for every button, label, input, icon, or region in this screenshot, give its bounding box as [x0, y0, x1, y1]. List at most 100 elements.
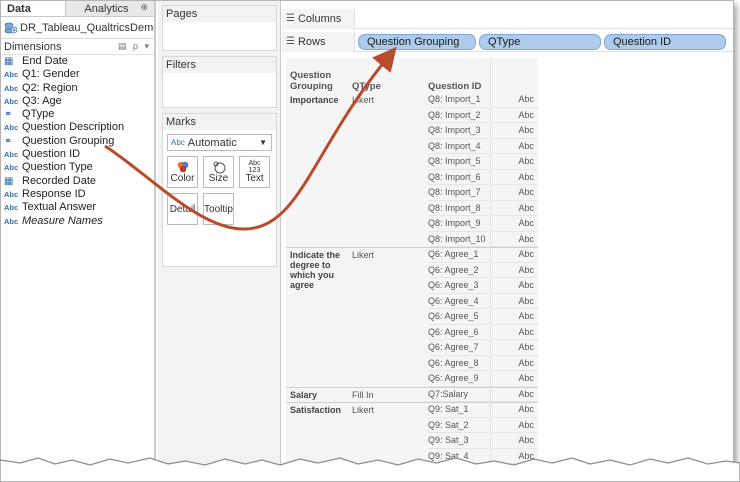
abc-cell[interactable]: Abc — [490, 139, 538, 154]
field-label: Recorded Date — [22, 174, 96, 187]
question-id-cell[interactable]: Q6: Agree_1 — [428, 247, 488, 263]
pages-card[interactable]: Pages — [162, 5, 277, 51]
group-cell[interactable]: Satisfaction — [286, 405, 348, 415]
string-field-icon: Abc — [4, 203, 19, 213]
text-button[interactable]: Abc 123 Text — [239, 156, 270, 188]
field-question-id[interactable]: Abc Question ID — [1, 148, 154, 161]
rows-shelf-label: ☰ Rows — [282, 31, 355, 52]
filters-title: Filters — [163, 57, 276, 73]
field-q2-region[interactable]: Abc Q2: Region — [1, 82, 154, 95]
question-id-cell[interactable]: Q8: Import_3 — [428, 123, 488, 139]
field-recorded-date[interactable]: ▦ Recorded Date — [1, 175, 154, 188]
group-cell[interactable]: Salary — [286, 390, 348, 400]
mark-type-dropdown[interactable]: Abc Automatic ▼ — [167, 134, 272, 151]
datasource-item[interactable]: DR_Tableau_QualtricsDemo (2... — [1, 17, 154, 39]
abc-cell[interactable]: Abc — [490, 340, 538, 356]
abc-cell[interactable]: Abc — [490, 185, 538, 201]
field-response-id[interactable]: Abc Response ID — [1, 188, 154, 201]
abc-cell[interactable]: Abc — [490, 216, 538, 232]
abc-cell[interactable]: Abc — [490, 278, 538, 294]
size-button[interactable]: Size — [203, 156, 234, 188]
abc-cell[interactable]: Abc — [490, 108, 538, 123]
field-q3-age[interactable]: Abc Q3: Age — [1, 95, 154, 108]
question-id-cell[interactable]: Q8: Import_8 — [428, 201, 488, 216]
abc-cell[interactable]: Abc — [490, 123, 538, 139]
abc-cell[interactable]: Abc — [490, 309, 538, 325]
columns-shelf[interactable]: ☰ Columns — [282, 8, 733, 29]
abc-cell[interactable]: Abc — [490, 325, 538, 340]
abc-cell[interactable]: Abc — [490, 371, 538, 387]
qtype-cell[interactable]: Fill In — [352, 390, 426, 400]
columns-label-text: Columns — [297, 12, 342, 25]
color-button[interactable]: Color — [167, 156, 198, 188]
question-id-cell[interactable]: Q8: Import_10 — [428, 232, 488, 247]
qtype-cell[interactable]: Likert — [352, 95, 426, 105]
question-id-cell[interactable]: Q6: Agree_7 — [428, 340, 488, 356]
abc-cell[interactable]: Abc — [490, 232, 538, 247]
tooltip-button[interactable]: Tooltip — [203, 193, 234, 225]
question-id-cell[interactable]: Q6: Agree_2 — [428, 263, 488, 278]
field-label: Q3: Age — [22, 94, 62, 107]
group-cell[interactable]: Importance — [286, 95, 348, 105]
qtype-cell[interactable]: Likert — [352, 405, 426, 415]
question-id-cell[interactable]: Q6: Agree_5 — [428, 309, 488, 325]
rows-icon: ☰ — [286, 36, 295, 47]
question-id-cell[interactable]: Q8: Import_1 — [428, 92, 488, 108]
header-question-id[interactable]: Question ID — [428, 81, 481, 92]
field-question-grouping[interactable]: ⚭ Question Grouping — [1, 135, 154, 148]
question-id-cell[interactable]: Q7:Salary — [428, 387, 488, 402]
rows-shelf[interactable]: ☰ Rows Question Grouping QType Question … — [282, 31, 733, 52]
detail-button[interactable]: Detail — [167, 193, 198, 225]
question-id-cell[interactable]: Q6: Agree_3 — [428, 278, 488, 294]
field-q1-gender[interactable]: Abc Q1: Gender — [1, 68, 154, 81]
pane-menu-icon[interactable]: ⊕ — [134, 1, 154, 16]
abc-cell[interactable]: Abc — [490, 418, 538, 433]
datasource-icon — [4, 22, 18, 34]
question-id-cell[interactable]: Q6: Agree_6 — [428, 325, 488, 340]
abc-cell[interactable]: Abc — [490, 294, 538, 309]
abc-cell[interactable]: Abc — [490, 92, 538, 108]
question-id-cell[interactable]: Q6: Agree_4 — [428, 294, 488, 309]
field-qtype[interactable]: ⚭ QType — [1, 108, 154, 121]
question-id-cell[interactable]: Q6: Agree_8 — [428, 356, 488, 371]
tab-analytics[interactable]: Analytics — [66, 1, 134, 16]
abc-cell[interactable]: Abc — [490, 247, 538, 263]
marks-title: Marks — [163, 114, 276, 130]
filters-card[interactable]: Filters — [162, 56, 277, 108]
question-id-cell[interactable]: Q8: Import_7 — [428, 185, 488, 201]
field-textual-answer[interactable]: Abc Textual Answer — [1, 201, 154, 214]
field-end-date[interactable]: ▦ End Date — [1, 55, 154, 68]
text-label: Text — [245, 173, 264, 184]
abc-cell[interactable]: Abc — [490, 387, 538, 402]
qtype-cell[interactable]: Likert — [352, 250, 426, 260]
question-id-cell[interactable]: Q6: Agree_9 — [428, 371, 488, 387]
abc-cell[interactable]: Abc — [490, 201, 538, 216]
rows-pill-qtype[interactable]: QType — [479, 34, 601, 50]
abc-cell[interactable]: Abc — [490, 170, 538, 185]
question-id-cell[interactable]: Q8: Import_9 — [428, 216, 488, 232]
question-id-cell[interactable]: Q9: Sat_2 — [428, 418, 488, 433]
abc-cell[interactable]: Abc — [490, 433, 538, 449]
group-cell[interactable]: Indicate the degree to which you agree — [286, 250, 348, 290]
field-measure-names[interactable]: Abc Measure Names — [1, 215, 154, 228]
tab-data[interactable]: Data — [1, 1, 67, 16]
field-label: Question Type — [22, 161, 93, 174]
header-qtype[interactable]: QType — [352, 81, 381, 92]
question-id-cell[interactable]: Q8: Import_2 — [428, 108, 488, 123]
header-question-grouping[interactable]: Question Grouping — [290, 70, 348, 92]
abc-cell[interactable]: Abc — [490, 356, 538, 371]
question-id-cell[interactable]: Q8: Import_5 — [428, 154, 488, 170]
question-id-cell[interactable]: Q9: Sat_1 — [428, 402, 488, 418]
field-question-description[interactable]: Abc Question Description — [1, 121, 154, 134]
question-id-cell[interactable]: Q9: Sat_3 — [428, 433, 488, 449]
question-id-cell[interactable]: Q8: Import_6 — [428, 170, 488, 185]
rows-pill-question-grouping[interactable]: Question Grouping — [358, 34, 476, 50]
abc-cell[interactable]: Abc — [490, 263, 538, 278]
field-question-type[interactable]: Abc Question Type — [1, 161, 154, 174]
abc-cell[interactable]: Abc — [490, 402, 538, 418]
abc-cell[interactable]: Abc — [490, 154, 538, 170]
rows-pill-question-id[interactable]: Question ID — [604, 34, 726, 50]
question-id-cell[interactable]: Q8: Import_4 — [428, 139, 488, 154]
dimensions-tools-icon[interactable]: ▤ ρ ▾ — [118, 41, 151, 52]
mark-type-icon: Abc — [171, 138, 185, 147]
